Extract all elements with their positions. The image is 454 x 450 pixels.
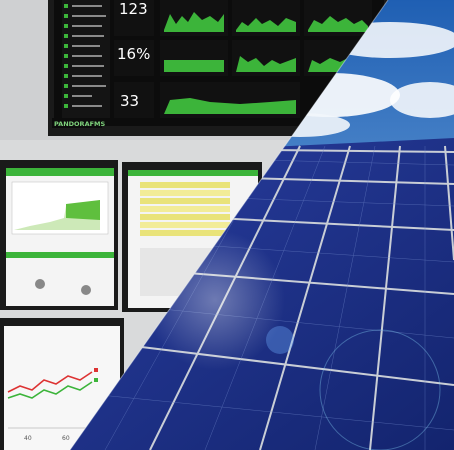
left-middle-monitor xyxy=(0,160,118,310)
x-tick-60: 60 xyxy=(62,435,70,442)
stat-value-1: 123 xyxy=(119,0,148,18)
stat-value-3: 33 xyxy=(120,92,139,110)
scene-illustration: PANDORAFMS 40 60 123 16% 33 xyxy=(0,0,454,450)
photo-scene: PANDORAFMS 40 60 123 16% 33 xyxy=(0,0,454,450)
stat-value-2: 16% xyxy=(117,45,150,63)
brand-logo: PANDORAFMS xyxy=(54,120,106,128)
x-tick-40: 40 xyxy=(24,435,32,442)
